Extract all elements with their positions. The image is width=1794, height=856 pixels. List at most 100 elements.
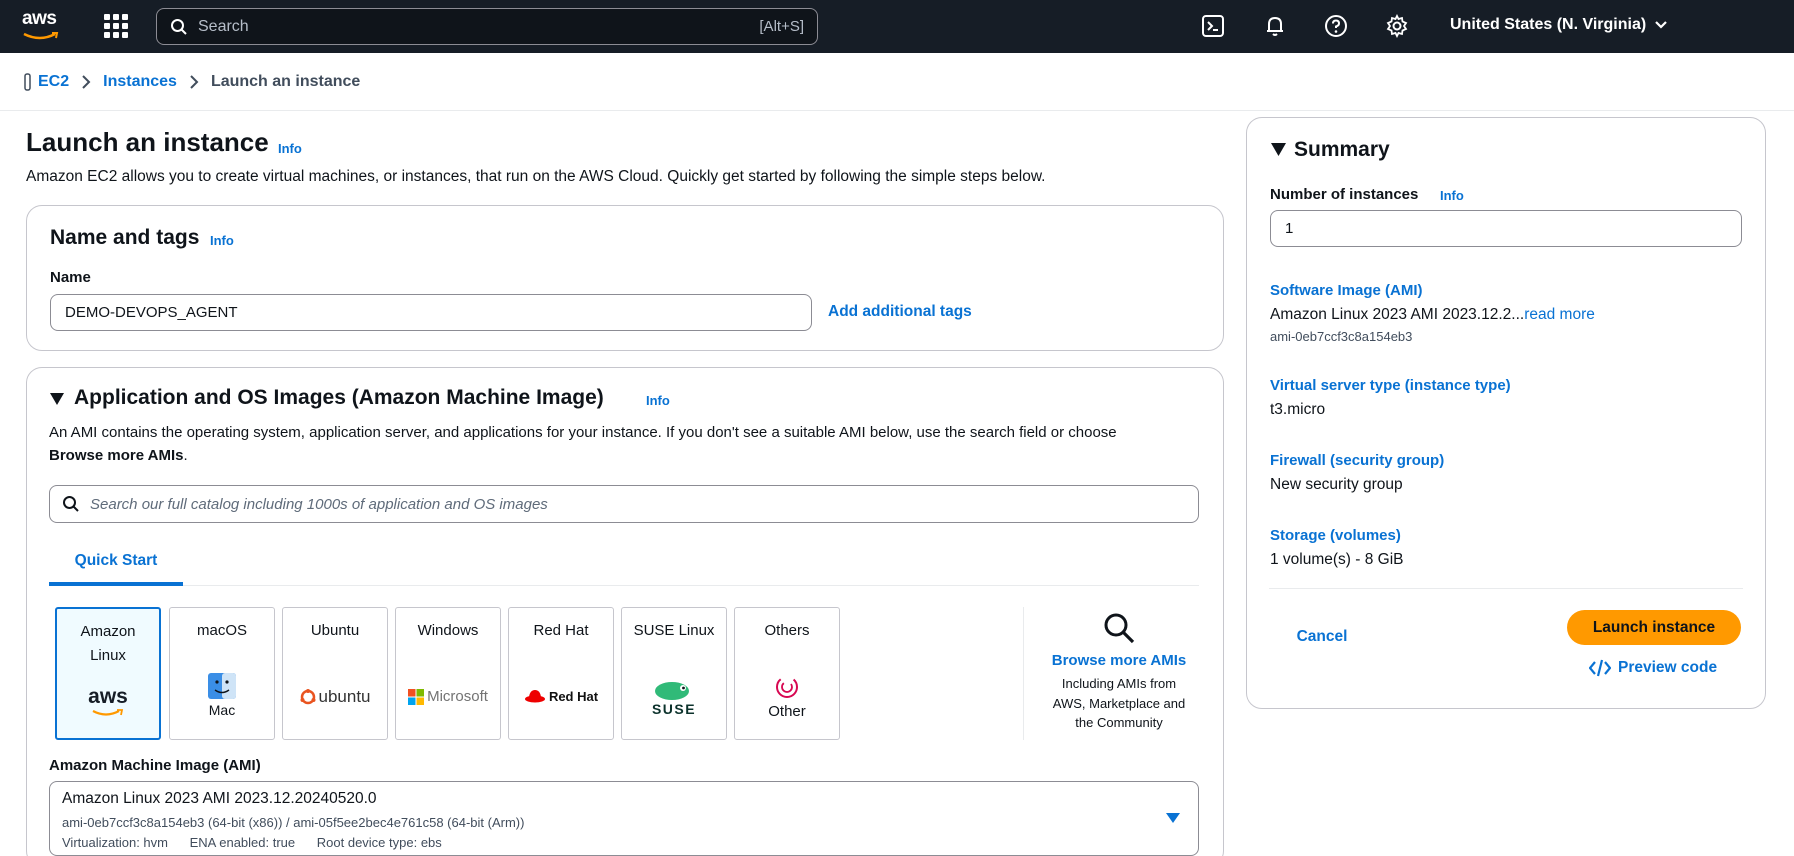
header-divider (0, 110, 1794, 111)
firewall-value: New security group (1270, 476, 1403, 493)
chevron-right-icon (82, 75, 91, 89)
gear-icon[interactable] (1385, 14, 1409, 38)
ami-description-text: An AMI contains the operating system, ap… (49, 424, 1117, 441)
storage-value: 1 volume(s) - 8 GiB (1270, 551, 1404, 568)
ami-selected-details: Virtualization: hvm ENA enabled: true Ro… (62, 835, 460, 850)
global-search-input[interactable]: Search [Alt+S] (156, 8, 818, 45)
os-tile-label: Ubuntu (310, 622, 360, 639)
browse-more-amis[interactable]: Browse more AMIs Including AMIs from AWS… (1034, 607, 1204, 733)
ami-select[interactable]: Amazon Linux 2023 AMI 2023.12.20240520.0… (49, 781, 1199, 856)
instances-input[interactable]: 1 (1270, 210, 1742, 247)
page-info-link[interactable]: Info (278, 141, 302, 156)
aws-logo[interactable]: aws (22, 8, 66, 42)
name-input[interactable]: DEMO-DEVOPS_AGENT (50, 294, 812, 331)
panel-toggle-icon[interactable] (24, 73, 32, 91)
suse-logo-icon: SUSE (622, 679, 726, 717)
aws-smile-icon (23, 32, 59, 40)
mac-finder-icon: Mac (170, 672, 274, 718)
microsoft-logo-icon: Microsoft (396, 688, 500, 705)
search-shortcut: [Alt+S] (759, 18, 804, 35)
ami-selected-ids: ami-0eb7ccf3c8a154eb3 (64-bit (x86)) / a… (62, 815, 525, 830)
top-navigation: aws Search [Alt+S] United States (N. Vir… (0, 0, 1794, 53)
browse-desc-1: Including AMIs from (1061, 676, 1177, 691)
search-icon (171, 18, 187, 35)
ami-description-bold: Browse more AMIs (49, 447, 184, 464)
os-tile-label: Red Hat (533, 622, 589, 639)
caret-down-icon (1166, 813, 1180, 823)
region-selector[interactable]: United States (N. Virginia) (1450, 16, 1668, 34)
browse-divider (1023, 607, 1024, 740)
preview-code-button[interactable]: Preview code (1589, 653, 1717, 683)
read-more-link[interactable]: read more (1524, 306, 1595, 323)
services-grid-icon[interactable] (104, 14, 128, 38)
browse-more-amis-link[interactable]: Browse more AMIs (1034, 652, 1204, 669)
breadcrumb-instances[interactable]: Instances (103, 73, 177, 91)
ami-search-placeholder: Search our full catalog including 1000s … (90, 495, 548, 513)
os-tile-red-hat[interactable]: Red Hat Red Hat (508, 607, 614, 740)
ami-virtualization: Virtualization: hvm (62, 835, 168, 850)
os-tile-label: Windows (417, 622, 479, 639)
name-tags-info-link[interactable]: Info (210, 233, 234, 248)
instances-label: Number of instances (1270, 186, 1419, 203)
tab-underline (183, 585, 1199, 586)
os-tile-windows[interactable]: Windows Microsoft (395, 607, 501, 740)
instance-type-link[interactable]: Virtual server type (instance type) (1270, 377, 1511, 394)
name-tags-title: Name and tags (50, 226, 200, 249)
ami-info-link[interactable]: Info (646, 393, 670, 408)
breadcrumb-ec2[interactable]: EC2 (38, 73, 69, 91)
ubuntu-logo-icon: ubuntu (283, 687, 387, 707)
software-image-id: ami-0eb7ccf3c8a154eb3 (1270, 329, 1413, 344)
os-tile-macos[interactable]: macOS Mac (169, 607, 275, 740)
ami-selected-name: Amazon Linux 2023 AMI 2023.12.20240520.0 (62, 790, 377, 807)
software-image-text: Amazon Linux 2023 AMI 2023.12.2... (1270, 306, 1525, 323)
os-tile-amazon-linux[interactable]: Amazon Linux aws (55, 607, 161, 740)
name-label: Name (50, 269, 91, 286)
instances-info-link[interactable]: Info (1440, 188, 1464, 203)
os-tile-ubuntu[interactable]: Ubuntu ubuntu (282, 607, 388, 740)
ami-description: An AMI contains the operating system, ap… (49, 421, 1209, 467)
firewall-link[interactable]: Firewall (security group) (1270, 452, 1444, 469)
browse-desc-3: the Community (1075, 715, 1163, 730)
software-image-value: Amazon Linux 2023 AMI 2023.12.2...read m… (1270, 306, 1595, 324)
preview-code-label: Preview code (1618, 659, 1718, 676)
add-additional-tags-link[interactable]: Add additional tags (828, 303, 972, 321)
ami-description-end: . (183, 447, 188, 464)
caret-down-icon[interactable] (49, 392, 65, 406)
cancel-button[interactable]: Cancel (1287, 620, 1357, 654)
code-icon (1589, 659, 1611, 677)
ami-select-label: Amazon Machine Image (AMI) (49, 757, 261, 774)
ami-search-input[interactable]: Search our full catalog including 1000s … (49, 485, 1199, 523)
chevron-down-icon (1655, 21, 1667, 29)
search-placeholder: Search (198, 17, 249, 35)
browse-desc-2: AWS, Marketplace and (1052, 695, 1186, 711)
name-and-tags-panel: Name and tags Info Name DEMO-DEVOPS_AGEN… (26, 205, 1224, 351)
aws-logo-text: aws (22, 8, 57, 29)
breadcrumb-current: Launch an instance (210, 73, 361, 90)
ami-ena: ENA enabled: true (189, 835, 296, 850)
tab-quick-start[interactable]: Quick Start (49, 540, 183, 586)
os-tile-label: Others (764, 622, 810, 639)
bell-icon[interactable] (1263, 14, 1287, 38)
ami-root-device: Root device type: ebs (316, 835, 442, 850)
redhat-logo-icon: Red Hat (509, 688, 613, 704)
page-title: Launch an instance (26, 127, 269, 157)
os-tile-others[interactable]: Others Other (734, 607, 840, 740)
region-label: United States (N. Virginia) (1450, 16, 1647, 33)
search-icon (1104, 613, 1135, 644)
cloudshell-icon[interactable] (1201, 14, 1225, 38)
summary-title[interactable]: Summary (1294, 138, 1390, 162)
os-tile-label: SUSE Linux (633, 622, 715, 639)
os-tile-label: macOS (196, 622, 247, 639)
software-image-link[interactable]: Software Image (AMI) (1270, 282, 1423, 299)
caret-down-icon[interactable] (1271, 143, 1286, 156)
search-icon (63, 496, 79, 512)
aws-logo-icon: aws (57, 685, 159, 717)
summary-divider (1269, 588, 1743, 589)
os-tile-label: Amazon Linux (80, 623, 136, 664)
os-tile-suse-linux[interactable]: SUSE Linux SUSE (621, 607, 727, 740)
launch-instance-button[interactable]: Launch instance (1567, 610, 1741, 645)
storage-link[interactable]: Storage (volumes) (1270, 527, 1401, 544)
help-icon[interactable] (1324, 14, 1348, 38)
ami-title[interactable]: Application and OS Images (Amazon Machin… (74, 386, 604, 410)
breadcrumb: EC2 Instances Launch an instance (24, 73, 360, 91)
